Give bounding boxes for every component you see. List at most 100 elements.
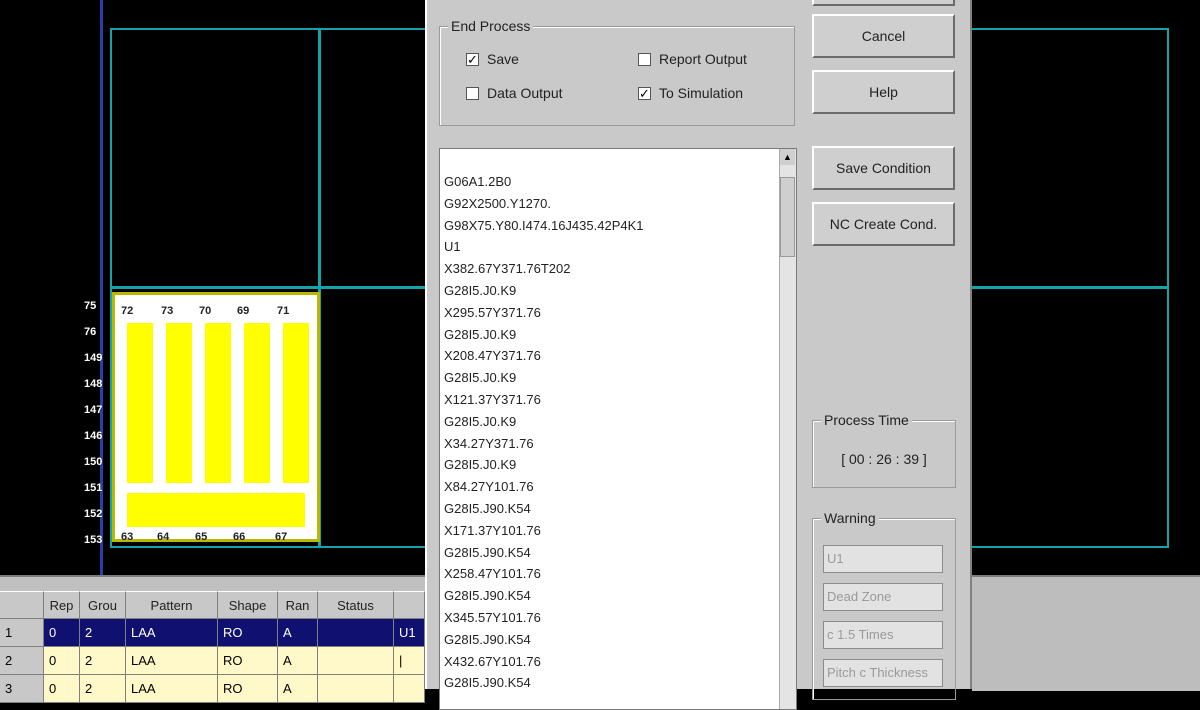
table-cell [318,619,394,647]
nc-code-line: X295.57Y371.76 [444,304,541,320]
nc-code-line: G28I5.J0.K9 [444,326,517,342]
warning-group: Warning U1 Dead Zone c 1.5 Times Pitch c… [812,510,956,700]
table-cell: LAA [126,647,218,675]
dim-label: 65 [195,531,208,543]
table-cell [394,675,425,703]
warning-field: U1 [823,545,943,573]
ok-button[interactable] [812,0,955,6]
nc-code-line: X258.47Y101.76 [444,566,541,582]
pattern-table[interactable]: Rep Grou Pattern Shape Ran Status 1 0 2 … [0,575,425,703]
table-cell: RO [218,619,278,647]
dim-label: 153 [84,534,103,546]
to-simulation-label: To Simulation [659,85,744,101]
table-row[interactable]: 3 0 2 LAA RO A [0,675,425,703]
part-bar [127,323,153,483]
table-row[interactable]: 1 0 2 LAA RO A U1 [0,619,425,647]
table-cell [318,675,394,703]
dim-label: 76 [84,326,97,338]
nc-code-line: G28I5.J90.K54 [444,675,531,691]
warning-title: Warning [821,510,879,526]
warning-field: c 1.5 Times [823,621,943,649]
part-base [127,493,305,527]
column-header: Rep [44,591,80,619]
dim-label: 149 [84,352,103,364]
dim-label: 63 [121,531,134,543]
nc-code-line: X432.67Y101.76 [444,653,541,669]
checkbox-icon [466,86,479,100]
row-number: 3 [0,675,44,703]
part-preview[interactable]: 72 73 70 69 71 63 64 65 66 67 [112,292,320,543]
nc-create-cond-button[interactable]: NC Create Cond. [812,202,955,246]
checkbox-icon [638,52,651,66]
dim-label: 150 [84,456,103,468]
table-cell: A [278,619,318,647]
table-header: Rep Grou Pattern Shape Ran Status [0,591,425,619]
table-row[interactable]: 2 0 2 LAA RO A | [0,647,425,675]
dim-label: 67 [275,531,288,543]
dim-label: 70 [199,305,212,317]
column-header [0,591,44,619]
nc-code-line: X208.47Y371.76 [444,348,541,364]
nc-code-line: X382.67Y371.76T202 [444,261,571,277]
table-cell: 0 [44,647,80,675]
table-cell: LAA [126,619,218,647]
nc-code-line: X171.37Y101.76 [444,522,541,538]
part-bar [283,323,309,483]
nc-code-line: G28I5.J0.K9 [444,282,517,298]
column-header: Grou [80,591,126,619]
nc-code-line: G28I5.J0.K9 [444,370,517,386]
end-process-dialog: End Process ✓ Save Report Output Data Ou… [425,0,972,710]
dim-label: 72 [121,305,134,317]
row-number: 1 [0,619,44,647]
nc-code-line: G06A1.2B0 [444,174,512,189]
column-header: Status [318,591,394,619]
column-header: Ran [278,591,318,619]
nc-code-line: U1 [444,239,461,255]
check-mark-icon: ✓ [466,51,479,67]
process-time-title: Process Time [821,412,912,428]
report-output-label: Report Output [659,51,747,67]
dim-label: 73 [161,305,174,317]
help-button[interactable]: Help [812,70,955,114]
column-header: Pattern [126,591,218,619]
nc-code-line: X84.27Y101.76 [444,479,534,495]
nc-code-line: X121.37Y371.76 [444,391,541,407]
table-cell: 0 [44,619,80,647]
dim-label: 151 [84,482,103,494]
nc-code-text: G06A1.2B0 G92X2500.Y1270. G98X75.Y80.I474.… [444,171,644,694]
nc-code-line: G28I5.J0.K9 [444,457,517,473]
column-header: Shape [218,591,278,619]
table-cell: 2 [80,647,126,675]
column-header [394,591,425,619]
dim-label: 64 [157,531,170,543]
dim-label: 147 [84,404,103,416]
table-cell: LAA [126,675,218,703]
check-mark-icon: ✓ [638,85,651,101]
part-bar [244,323,270,483]
nc-code-list[interactable]: G06A1.2B0 G92X2500.Y1270. G98X75.Y80.I474.… [439,148,797,710]
save-checkbox[interactable]: ✓ Save [466,51,519,67]
warning-field: Dead Zone [823,583,943,611]
report-output-checkbox[interactable]: Report Output [638,51,747,67]
end-process-title: End Process [448,18,534,34]
nc-code-line: X345.57Y101.76 [444,609,541,625]
nc-code-line: G28I5.J0.K9 [444,413,517,429]
part-bar [205,323,231,483]
dim-label: 152 [84,508,103,520]
table-cell: A [278,675,318,703]
save-condition-button[interactable]: Save Condition [812,146,955,190]
vertical-scrollbar[interactable]: ▲ [779,149,796,709]
dim-label: 71 [277,305,290,317]
nc-code-line: G28I5.J90.K54 [444,544,531,560]
to-simulation-checkbox[interactable]: ✓ To Simulation [638,85,743,101]
end-process-group: End Process ✓ Save Report Output Data Ou… [439,18,795,126]
save-label: Save [487,51,519,67]
cancel-button[interactable]: Cancel [812,14,955,58]
dim-label: 146 [84,430,103,442]
table-cell: RO [218,647,278,675]
scroll-thumb[interactable] [780,177,795,257]
scroll-up-icon[interactable]: ▲ [780,149,795,165]
sheet-divider-right [972,286,1169,289]
dim-label: 75 [84,300,97,312]
data-output-checkbox[interactable]: Data Output [466,85,563,101]
